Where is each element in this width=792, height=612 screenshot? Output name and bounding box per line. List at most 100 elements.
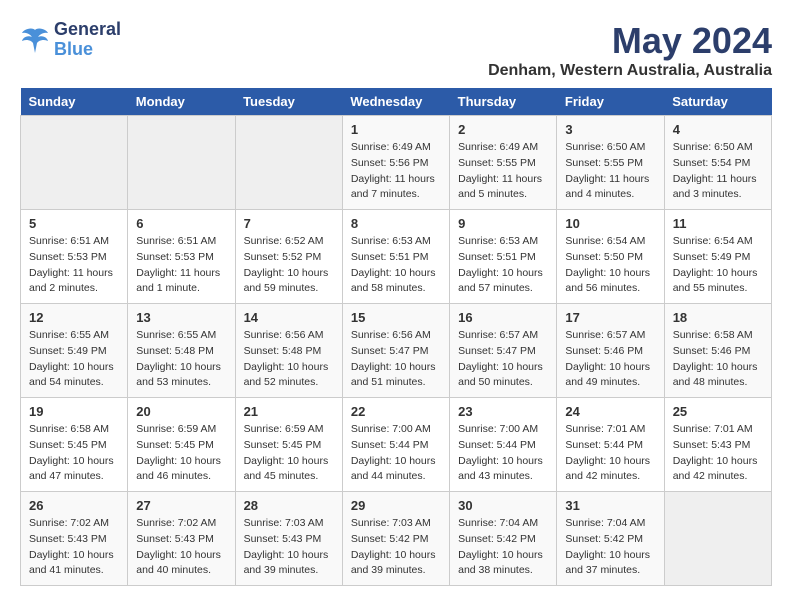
day-number: 8: [351, 216, 441, 231]
day-number: 11: [673, 216, 763, 231]
day-number: 12: [29, 310, 119, 325]
day-info: Sunrise: 6:54 AM Sunset: 5:50 PM Dayligh…: [565, 234, 655, 297]
day-header-monday: Monday: [128, 88, 235, 116]
calendar-cell: 18 Sunrise: 6:58 AM Sunset: 5:46 PM Dayli…: [664, 304, 771, 398]
day-number: 18: [673, 310, 763, 325]
day-info: Sunrise: 7:03 AM Sunset: 5:42 PM Dayligh…: [351, 516, 441, 579]
day-header-tuesday: Tuesday: [235, 88, 342, 116]
calendar-cell: 28 Sunrise: 7:03 AM Sunset: 5:43 PM Dayli…: [235, 492, 342, 586]
day-number: 16: [458, 310, 548, 325]
day-info: Sunrise: 7:00 AM Sunset: 5:44 PM Dayligh…: [351, 422, 441, 485]
day-info: Sunrise: 6:53 AM Sunset: 5:51 PM Dayligh…: [351, 234, 441, 297]
calendar-cell: [128, 116, 235, 210]
day-number: 14: [244, 310, 334, 325]
main-title: May 2024: [488, 20, 772, 62]
calendar-cell: 3 Sunrise: 6:50 AM Sunset: 5:55 PM Daylig…: [557, 116, 664, 210]
calendar-week-row: 19Sunrise: 6:58 AM Sunset: 5:45 PM Dayli…: [21, 398, 772, 492]
day-info: Sunrise: 7:03 AM Sunset: 5:43 PM Dayligh…: [244, 516, 334, 579]
day-info: Sunrise: 6:49 AM Sunset: 5:55 PM Dayligh…: [458, 140, 548, 203]
logo-text: General Blue: [54, 20, 121, 60]
day-number: 10: [565, 216, 655, 231]
calendar-cell: 13Sunrise: 6:55 AM Sunset: 5:48 PM Dayli…: [128, 304, 235, 398]
calendar-cell: 12 Sunrise: 6:55 AM Sunset: 5:49 PM Dayli…: [21, 304, 128, 398]
day-info: Sunrise: 6:57 AM Sunset: 5:46 PM Dayligh…: [565, 328, 655, 391]
day-number: 27: [136, 498, 226, 513]
calendar-cell: 5 Sunrise: 6:51 AM Sunset: 5:53 PM Daylig…: [21, 210, 128, 304]
calendar-cell: 21 Sunrise: 6:59 AM Sunset: 5:45 PM Dayli…: [235, 398, 342, 492]
day-info: Sunrise: 6:56 AM Sunset: 5:48 PM Dayligh…: [244, 328, 334, 391]
calendar-header-row: SundayMondayTuesdayWednesdayThursdayFrid…: [21, 88, 772, 116]
calendar-cell: 6 Sunrise: 6:51 AM Sunset: 5:53 PM Daylig…: [128, 210, 235, 304]
calendar-cell: 8 Sunrise: 6:53 AM Sunset: 5:51 PM Daylig…: [342, 210, 449, 304]
day-header-friday: Friday: [557, 88, 664, 116]
day-info: Sunrise: 6:52 AM Sunset: 5:52 PM Dayligh…: [244, 234, 334, 297]
day-number: 20: [136, 404, 226, 419]
calendar-cell: 15Sunrise: 6:56 AM Sunset: 5:47 PM Dayli…: [342, 304, 449, 398]
calendar-cell: 19Sunrise: 6:58 AM Sunset: 5:45 PM Dayli…: [21, 398, 128, 492]
calendar-week-row: 1Sunrise: 6:49 AM Sunset: 5:56 PM Daylig…: [21, 116, 772, 210]
day-info: Sunrise: 6:55 AM Sunset: 5:49 PM Dayligh…: [29, 328, 119, 391]
day-number: 26: [29, 498, 119, 513]
day-header-wednesday: Wednesday: [342, 88, 449, 116]
calendar-cell: [21, 116, 128, 210]
day-number: 28: [244, 498, 334, 513]
day-number: 5: [29, 216, 119, 231]
day-info: Sunrise: 7:01 AM Sunset: 5:44 PM Dayligh…: [565, 422, 655, 485]
calendar-cell: 27 Sunrise: 7:02 AM Sunset: 5:43 PM Dayli…: [128, 492, 235, 586]
day-info: Sunrise: 6:51 AM Sunset: 5:53 PM Dayligh…: [136, 234, 226, 297]
day-info: Sunrise: 6:51 AM Sunset: 5:53 PM Dayligh…: [29, 234, 119, 297]
day-number: 9: [458, 216, 548, 231]
calendar-week-row: 12 Sunrise: 6:55 AM Sunset: 5:49 PM Dayli…: [21, 304, 772, 398]
day-info: Sunrise: 7:00 AM Sunset: 5:44 PM Dayligh…: [458, 422, 548, 485]
day-number: 2: [458, 122, 548, 137]
day-header-saturday: Saturday: [664, 88, 771, 116]
calendar-cell: 29Sunrise: 7:03 AM Sunset: 5:42 PM Dayli…: [342, 492, 449, 586]
calendar-cell: 20 Sunrise: 6:59 AM Sunset: 5:45 PM Dayli…: [128, 398, 235, 492]
day-info: Sunrise: 7:04 AM Sunset: 5:42 PM Dayligh…: [565, 516, 655, 579]
calendar-cell: 10 Sunrise: 6:54 AM Sunset: 5:50 PM Dayli…: [557, 210, 664, 304]
day-number: 6: [136, 216, 226, 231]
calendar-cell: 14 Sunrise: 6:56 AM Sunset: 5:48 PM Dayli…: [235, 304, 342, 398]
calendar-cell: [664, 492, 771, 586]
day-info: Sunrise: 7:02 AM Sunset: 5:43 PM Dayligh…: [136, 516, 226, 579]
day-info: Sunrise: 6:59 AM Sunset: 5:45 PM Dayligh…: [244, 422, 334, 485]
calendar-cell: 16 Sunrise: 6:57 AM Sunset: 5:47 PM Dayli…: [450, 304, 557, 398]
calendar-cell: 25 Sunrise: 7:01 AM Sunset: 5:43 PM Dayli…: [664, 398, 771, 492]
calendar-cell: 17 Sunrise: 6:57 AM Sunset: 5:46 PM Dayli…: [557, 304, 664, 398]
day-number: 23: [458, 404, 548, 419]
day-info: Sunrise: 6:54 AM Sunset: 5:49 PM Dayligh…: [673, 234, 763, 297]
page-header: General Blue May 2024 Denham, Western Au…: [20, 20, 772, 80]
subtitle: Denham, Western Australia, Australia: [488, 62, 772, 80]
day-info: Sunrise: 7:04 AM Sunset: 5:42 PM Dayligh…: [458, 516, 548, 579]
calendar-cell: 1Sunrise: 6:49 AM Sunset: 5:56 PM Daylig…: [342, 116, 449, 210]
calendar-cell: 23 Sunrise: 7:00 AM Sunset: 5:44 PM Dayli…: [450, 398, 557, 492]
calendar-cell: 26 Sunrise: 7:02 AM Sunset: 5:43 PM Dayli…: [21, 492, 128, 586]
calendar-week-row: 5 Sunrise: 6:51 AM Sunset: 5:53 PM Daylig…: [21, 210, 772, 304]
calendar-cell: 2 Sunrise: 6:49 AM Sunset: 5:55 PM Daylig…: [450, 116, 557, 210]
calendar-week-row: 26 Sunrise: 7:02 AM Sunset: 5:43 PM Dayli…: [21, 492, 772, 586]
day-number: 21: [244, 404, 334, 419]
day-info: Sunrise: 6:53 AM Sunset: 5:51 PM Dayligh…: [458, 234, 548, 297]
calendar-cell: 9 Sunrise: 6:53 AM Sunset: 5:51 PM Daylig…: [450, 210, 557, 304]
day-info: Sunrise: 6:49 AM Sunset: 5:56 PM Dayligh…: [351, 140, 441, 203]
day-number: 3: [565, 122, 655, 137]
logo-icon: [20, 25, 50, 55]
day-info: Sunrise: 6:50 AM Sunset: 5:55 PM Dayligh…: [565, 140, 655, 203]
day-number: 4: [673, 122, 763, 137]
calendar-body: 1Sunrise: 6:49 AM Sunset: 5:56 PM Daylig…: [21, 116, 772, 586]
day-info: Sunrise: 6:57 AM Sunset: 5:47 PM Dayligh…: [458, 328, 548, 391]
day-number: 31: [565, 498, 655, 513]
day-info: Sunrise: 6:55 AM Sunset: 5:48 PM Dayligh…: [136, 328, 226, 391]
day-number: 17: [565, 310, 655, 325]
day-info: Sunrise: 7:02 AM Sunset: 5:43 PM Dayligh…: [29, 516, 119, 579]
day-info: Sunrise: 6:56 AM Sunset: 5:47 PM Dayligh…: [351, 328, 441, 391]
day-info: Sunrise: 7:01 AM Sunset: 5:43 PM Dayligh…: [673, 422, 763, 485]
day-number: 22: [351, 404, 441, 419]
day-number: 25: [673, 404, 763, 419]
day-header-sunday: Sunday: [21, 88, 128, 116]
calendar-table: SundayMondayTuesdayWednesdayThursdayFrid…: [20, 88, 772, 586]
calendar-cell: 4Sunrise: 6:50 AM Sunset: 5:54 PM Daylig…: [664, 116, 771, 210]
calendar-cell: 7Sunrise: 6:52 AM Sunset: 5:52 PM Daylig…: [235, 210, 342, 304]
day-info: Sunrise: 6:58 AM Sunset: 5:46 PM Dayligh…: [673, 328, 763, 391]
day-info: Sunrise: 6:59 AM Sunset: 5:45 PM Dayligh…: [136, 422, 226, 485]
